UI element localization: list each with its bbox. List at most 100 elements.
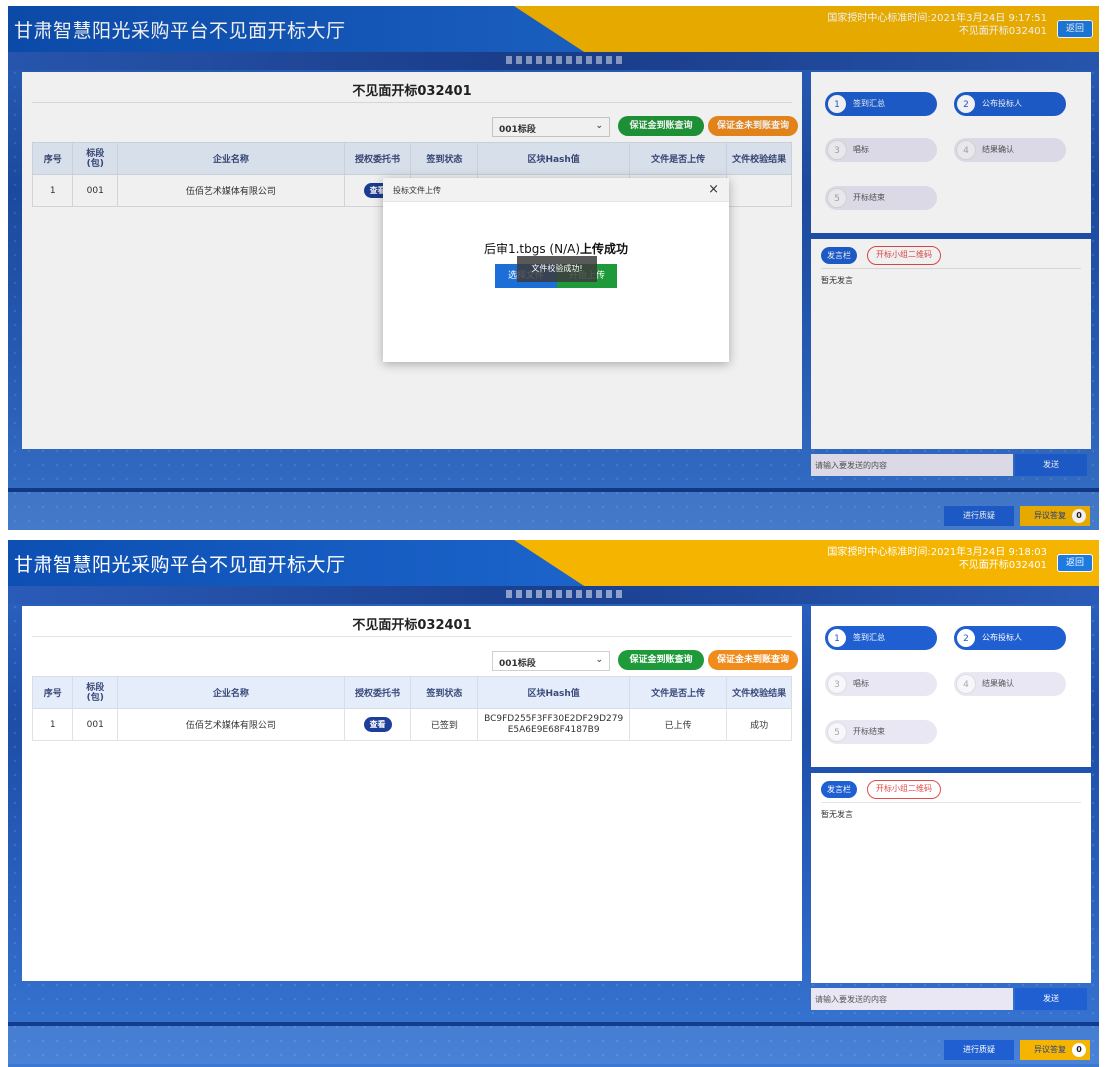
- no-deposit-query-button[interactable]: 保证金未到账查询: [708, 116, 798, 136]
- step-bid-reading[interactable]: 3 唱标: [825, 672, 937, 696]
- step-label: 唱标: [853, 679, 869, 688]
- step-result-confirm[interactable]: 4 结果确认: [954, 672, 1066, 696]
- tab-qr-code[interactable]: 开标小组二维码: [867, 780, 941, 799]
- server-time: 国家授时中心标准时间:2021年3月24日 9:17:51: [827, 13, 1047, 24]
- view-button[interactable]: 查看: [363, 717, 392, 732]
- table-row: 1 001 伍佰艺术媒体有限公司 查看 已签到 BC9FD255F3FF30E2…: [31, 708, 792, 741]
- upload-status: 上传成功: [580, 242, 629, 256]
- chat-input[interactable]: 请输入要发送的内容: [811, 454, 1013, 476]
- step-label: 签到汇总: [853, 633, 885, 642]
- footer-strip: [8, 488, 1099, 530]
- screenshot-upload-modal: 甘肃智慧阳光采购平台不见面开标大厅 国家授时中心标准时间:2021年3月24日 …: [8, 6, 1099, 530]
- objection-reply-button[interactable]: 异议答复 0: [1020, 1040, 1090, 1060]
- step-opening-end[interactable]: 5 开标结束: [825, 720, 937, 744]
- col-header-index: 序号: [31, 676, 74, 709]
- chevron-down-icon: ⌄: [595, 121, 603, 131]
- col-header-authorization: 授权委托书: [343, 142, 412, 175]
- col-header-verify: 文件校验结果: [726, 142, 792, 175]
- step-announce-bidders[interactable]: 2 公布投标人: [954, 626, 1066, 650]
- send-button[interactable]: 发送: [1015, 454, 1087, 476]
- col-header-uploaded: 文件是否上传: [629, 676, 728, 709]
- close-icon[interactable]: ×: [708, 182, 719, 197]
- cell-segment: 001: [72, 708, 118, 741]
- col-header-index: 序号: [31, 142, 74, 175]
- table-header-row: 序号 标段 (包) 企业名称 授权委托书 签到状态 区块Hash值 文件是否上传…: [31, 142, 792, 175]
- chat-empty-text: 暂无发言: [821, 276, 853, 285]
- segment-select[interactable]: 001标段 ⌄: [492, 117, 610, 137]
- raise-query-button[interactable]: 进行质疑: [944, 506, 1014, 526]
- objection-count-badge: 0: [1072, 509, 1086, 523]
- panel-title: 不见面开标032401: [352, 618, 472, 633]
- step-label: 开标结束: [853, 193, 885, 202]
- back-button[interactable]: 返回: [1057, 20, 1093, 38]
- segment-select-value: 001标段: [499, 659, 536, 669]
- step-label: 公布投标人: [982, 99, 1022, 108]
- step-opening-end[interactable]: 5 开标结束: [825, 186, 937, 210]
- cell-index: 1: [31, 174, 74, 207]
- chat-empty-text: 暂无发言: [821, 810, 853, 819]
- col-header-company: 企业名称: [116, 676, 345, 709]
- step-result-confirm[interactable]: 4 结果确认: [954, 138, 1066, 162]
- divider: [821, 802, 1081, 803]
- col-header-segment: 标段 (包): [72, 142, 118, 175]
- step-number: 2: [956, 628, 976, 648]
- objection-label: 异议答复: [1034, 511, 1066, 520]
- footer-divider: [8, 1022, 1099, 1026]
- cell-company: 伍佰艺术媒体有限公司: [116, 708, 345, 741]
- divider: [32, 102, 792, 103]
- top-header: 甘肃智慧阳光采购平台不见面开标大厅 国家授时中心标准时间:2021年3月24日 …: [8, 6, 1099, 52]
- room-name: 不见面开标032401: [958, 26, 1047, 37]
- footer-strip: [8, 1022, 1099, 1064]
- table-header-row: 序号 标段 (包) 企业名称 授权委托书 签到状态 区块Hash值 文件是否上传…: [31, 676, 792, 709]
- step-number: 5: [827, 188, 847, 208]
- cell-verify: [726, 174, 792, 207]
- col-header-hash: 区块Hash值: [477, 142, 631, 175]
- step-signin-summary[interactable]: 1 签到汇总: [825, 92, 937, 116]
- step-label: 签到汇总: [853, 99, 885, 108]
- back-button[interactable]: 返回: [1057, 554, 1093, 572]
- no-deposit-query-button[interactable]: 保证金未到账查询: [708, 650, 798, 670]
- objection-count-badge: 0: [1072, 1043, 1086, 1057]
- col-header-hash: 区块Hash值: [477, 676, 631, 709]
- chat-input[interactable]: 请输入要发送的内容: [811, 988, 1013, 1010]
- server-time: 国家授时中心标准时间:2021年3月24日 9:18:03: [827, 547, 1047, 558]
- raise-query-button[interactable]: 进行质疑: [944, 1040, 1014, 1060]
- step-number: 3: [827, 674, 847, 694]
- divider: [821, 268, 1081, 269]
- step-bid-reading[interactable]: 3 唱标: [825, 138, 937, 162]
- cell-verify: 成功: [726, 708, 792, 741]
- cell-segment: 001: [72, 174, 118, 207]
- screenshot-upload-done: 甘肃智慧阳光采购平台不见面开标大厅 国家授时中心标准时间:2021年3月24日 …: [8, 540, 1099, 1067]
- send-button[interactable]: 发送: [1015, 988, 1087, 1010]
- step-number: 1: [827, 94, 847, 114]
- objection-reply-button[interactable]: 异议答复 0: [1020, 506, 1090, 526]
- step-announce-bidders[interactable]: 2 公布投标人: [954, 92, 1066, 116]
- cell-hash: BC9FD255F3FF30E2DF29D279E5A6E9E68F4187B9: [477, 708, 631, 741]
- top-header: 甘肃智慧阳光采购平台不见面开标大厅 国家授时中心标准时间:2021年3月24日 …: [8, 540, 1099, 586]
- cell-authorization: 查看: [343, 708, 412, 741]
- upload-file-name: 后审1.tbgs (N/A): [483, 242, 581, 256]
- col-header-signin: 签到状态: [410, 676, 479, 709]
- step-signin-summary[interactable]: 1 签到汇总: [825, 626, 937, 650]
- col-header-verify: 文件校验结果: [726, 676, 792, 709]
- verify-toast: 文件校验成功!: [517, 256, 597, 282]
- segment-select[interactable]: 001标段 ⌄: [492, 651, 610, 671]
- modal-header: 投标文件上传 ×: [383, 178, 729, 202]
- chat-panel: 发言栏 开标小组二维码 暂无发言: [811, 239, 1091, 449]
- tab-speech[interactable]: 发言栏: [821, 247, 857, 264]
- step-number: 4: [956, 674, 976, 694]
- deposit-query-button[interactable]: 保证金到账查询: [618, 116, 704, 136]
- deposit-query-button[interactable]: 保证金到账查询: [618, 650, 704, 670]
- chevron-down-icon: ⌄: [595, 655, 603, 665]
- step-number: 2: [956, 94, 976, 114]
- divider: [32, 636, 792, 637]
- time-display: 国家授时中心标准时间:2021年3月24日 9:18:03 不见面开标03240…: [767, 546, 1047, 572]
- panel-title: 不见面开标032401: [352, 84, 472, 99]
- tab-qr-code[interactable]: 开标小组二维码: [867, 246, 941, 265]
- cell-signin: 已签到: [410, 708, 479, 741]
- tab-speech[interactable]: 发言栏: [821, 781, 857, 798]
- modal-title: 投标文件上传: [393, 186, 441, 195]
- header-strip: [8, 586, 1099, 604]
- upload-message: 后审1.tbgs (N/A)上传成功: [383, 240, 729, 257]
- process-steps: 1 签到汇总 2 公布投标人 3 唱标 4 结果确认 5 开标结束: [811, 72, 1091, 233]
